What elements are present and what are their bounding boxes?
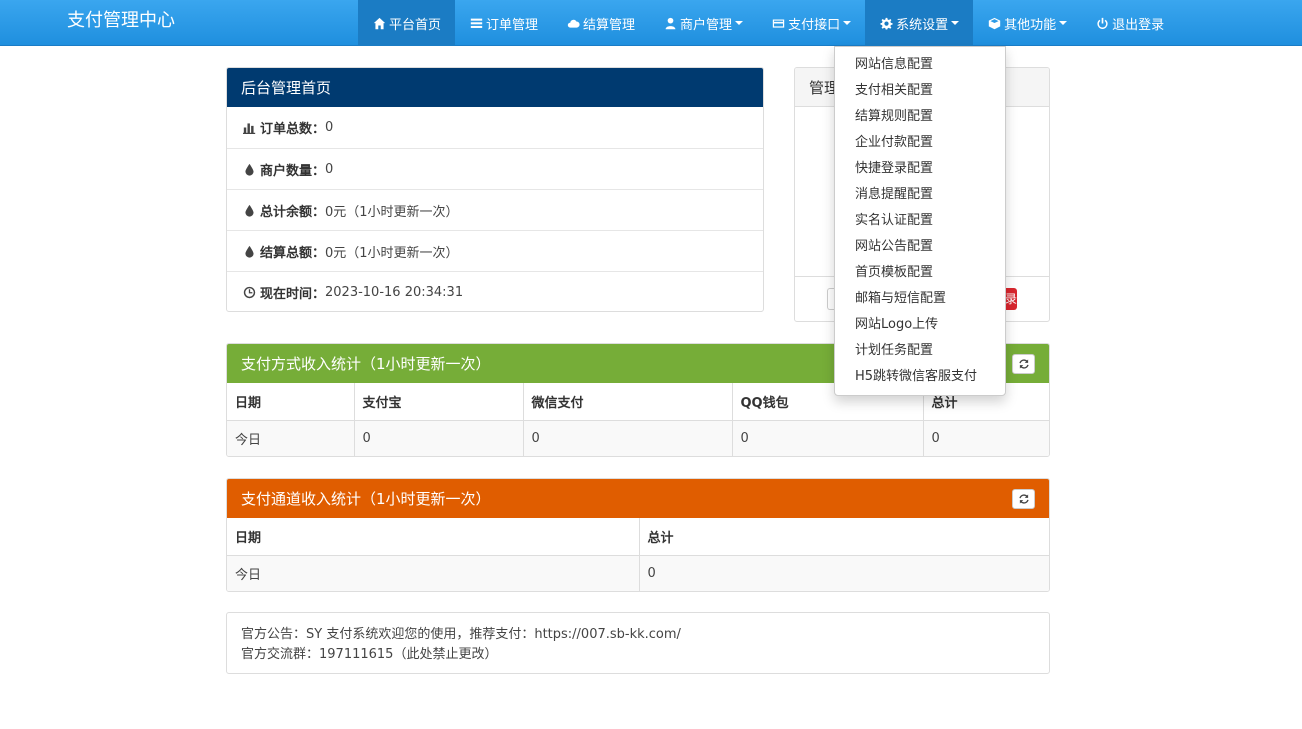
notice-line-group: 官方交流群：197111615（此处禁止更改） — [241, 647, 498, 662]
nav-logout-label: 退出登录 — [1112, 17, 1165, 33]
credit-card-icon — [771, 16, 785, 30]
list-icon — [469, 16, 483, 30]
nav-system-settings-label: 系统设置 — [896, 17, 949, 33]
menu-item-payment-config[interactable]: 支付相关配置 — [835, 78, 1005, 104]
table-cell: 0 — [639, 555, 1049, 591]
main-nav: 平台首页 订单管理 结算管理 商户管理 支付接口 系统设置 其他功能 退出登录 — [358, 0, 1178, 46]
caret-down-icon — [843, 21, 852, 25]
menu-item-site-info[interactable]: 网站信息配置 — [835, 52, 1005, 78]
pay-type-refresh-button[interactable] — [1012, 353, 1035, 374]
user-icon — [663, 16, 677, 30]
table-cell: 0 — [732, 420, 924, 456]
drop-icon — [242, 244, 256, 258]
nav-orders-label: 订单管理 — [486, 17, 539, 33]
info-label: 结算总额： — [260, 245, 326, 261]
info-label: 总计余额： — [260, 204, 326, 220]
info-value: 0元（1小时更新一次） — [325, 245, 459, 261]
info-label: 订单总数： — [260, 122, 326, 137]
nav-system-settings[interactable]: 系统设置 — [865, 0, 974, 46]
column-header-alipay: 支付宝 — [354, 383, 524, 421]
info-label: 现在时间： — [260, 286, 326, 302]
menu-item-message-reminder[interactable]: 消息提醒配置 — [835, 182, 1005, 208]
nav-other-functions-label: 其他功能 — [1004, 17, 1057, 33]
info-value: 0 — [325, 120, 334, 135]
gear-icon — [879, 16, 893, 30]
table-row: 今日 0 — [227, 555, 1049, 591]
home-panel-heading: 后台管理首页 — [227, 68, 763, 107]
drop-icon — [242, 162, 256, 176]
info-row-total-balance: 总计余额： 0元（1小时更新一次） — [227, 189, 763, 230]
info-row-settlement-total: 结算总额： 0元（1小时更新一次） — [227, 230, 763, 271]
nav-payment-interface-label: 支付接口 — [788, 17, 841, 33]
cube-icon — [987, 16, 1001, 30]
info-value: 2023-10-16 20:34:31 — [325, 284, 464, 300]
official-notice: 官方公告：SY 支付系统欢迎您的使用，推荐支付：https://007.sb-k… — [226, 612, 1050, 674]
pay-type-stats-title: 支付方式收入统计（1小时更新一次） — [241, 355, 491, 373]
channel-stats-title: 支付通道收入统计（1小时更新一次） — [241, 490, 491, 508]
info-row-current-time: 现在时间： 2023-10-16 20:34:31 — [227, 271, 763, 311]
nav-merchants-label: 商户管理 — [680, 17, 733, 33]
nav-settlement[interactable]: 结算管理 — [552, 0, 649, 46]
home-panel: 后台管理首页 订单总数： 0 商户数量： 0 总计余额： 0元（1小时更新一次）… — [226, 67, 764, 312]
menu-item-site-announcement[interactable]: 网站公告配置 — [835, 234, 1005, 260]
menu-item-homepage-template[interactable]: 首页模板配置 — [835, 260, 1005, 286]
home-icon — [372, 16, 386, 30]
info-value: 0元（1小时更新一次） — [325, 204, 459, 220]
info-row-merchant-count: 商户数量： 0 — [227, 148, 763, 189]
nav-orders[interactable]: 订单管理 — [455, 0, 552, 46]
channel-stats-panel: 支付通道收入统计（1小时更新一次） 日期 总计 今日 0 — [226, 478, 1050, 592]
nav-payment-interface[interactable]: 支付接口 — [757, 0, 865, 46]
nav-merchants[interactable]: 商户管理 — [649, 0, 757, 46]
nav-settlement-label: 结算管理 — [583, 17, 636, 33]
column-header-date: 日期 — [227, 383, 355, 421]
home-info-list: 订单总数： 0 商户数量： 0 总计余额： 0元（1小时更新一次） 结算总额： … — [227, 107, 763, 311]
table-cell: 0 — [354, 420, 524, 456]
top-navbar: 支付管理中心 平台首页 订单管理 结算管理 商户管理 支付接口 系统设置 其他功… — [0, 0, 1302, 46]
menu-item-scheduled-tasks[interactable]: 计划任务配置 — [835, 338, 1005, 364]
cloud-icon — [566, 16, 580, 30]
column-header-date: 日期 — [227, 518, 640, 556]
table-cell: 今日 — [227, 420, 355, 456]
table-header-row: 日期 总计 — [227, 518, 1049, 556]
menu-item-h5-wechat-service[interactable]: H5跳转微信客服支付 — [835, 364, 1005, 390]
notice-line-announcement: 官方公告：SY 支付系统欢迎您的使用，推荐支付：https://007.sb-k… — [241, 627, 681, 642]
nav-home-label: 平台首页 — [389, 17, 442, 33]
menu-item-logo-upload[interactable]: 网站Logo上传 — [835, 312, 1005, 338]
brand-title[interactable]: 支付管理中心 — [67, 0, 175, 46]
menu-item-settlement-rules[interactable]: 结算规则配置 — [835, 104, 1005, 130]
nav-logout[interactable]: 退出登录 — [1081, 0, 1178, 46]
table-cell: 今日 — [227, 555, 640, 591]
channel-stats-table: 日期 总计 今日 0 — [227, 518, 1049, 591]
column-header-total: 总计 — [639, 518, 1049, 556]
home-panel-title: 后台管理首页 — [241, 79, 332, 97]
table-cell: 0 — [923, 420, 1049, 456]
info-label: 商户数量： — [260, 163, 326, 179]
menu-item-quick-login[interactable]: 快捷登录配置 — [835, 156, 1005, 182]
system-settings-dropdown: 网站信息配置 支付相关配置 结算规则配置 企业付款配置 快捷登录配置 消息提醒配… — [834, 46, 1006, 396]
caret-down-icon — [951, 21, 960, 25]
clock-icon — [242, 285, 256, 299]
caret-down-icon — [1059, 21, 1068, 25]
side-danger-button-label: 录 — [1004, 292, 1017, 306]
info-row-order-count: 订单总数： 0 — [227, 107, 763, 148]
power-icon — [1095, 16, 1109, 30]
nav-home[interactable]: 平台首页 — [358, 0, 456, 46]
column-header-wechat: 微信支付 — [523, 383, 733, 421]
caret-down-icon — [735, 21, 744, 25]
channel-stats-heading: 支付通道收入统计（1小时更新一次） — [227, 479, 1049, 518]
menu-item-email-sms[interactable]: 邮箱与短信配置 — [835, 286, 1005, 312]
bar-chart-icon — [242, 121, 256, 135]
refresh-icon — [1018, 493, 1029, 504]
channel-refresh-button[interactable] — [1012, 488, 1035, 509]
drop-icon — [242, 203, 256, 217]
nav-other-functions[interactable]: 其他功能 — [973, 0, 1081, 46]
info-value: 0 — [325, 161, 334, 177]
menu-item-real-name-auth[interactable]: 实名认证配置 — [835, 208, 1005, 234]
menu-item-enterprise-payment[interactable]: 企业付款配置 — [835, 130, 1005, 156]
table-row: 今日 0 0 0 0 — [227, 420, 1049, 456]
table-cell: 0 — [523, 420, 733, 456]
refresh-icon — [1018, 358, 1029, 369]
